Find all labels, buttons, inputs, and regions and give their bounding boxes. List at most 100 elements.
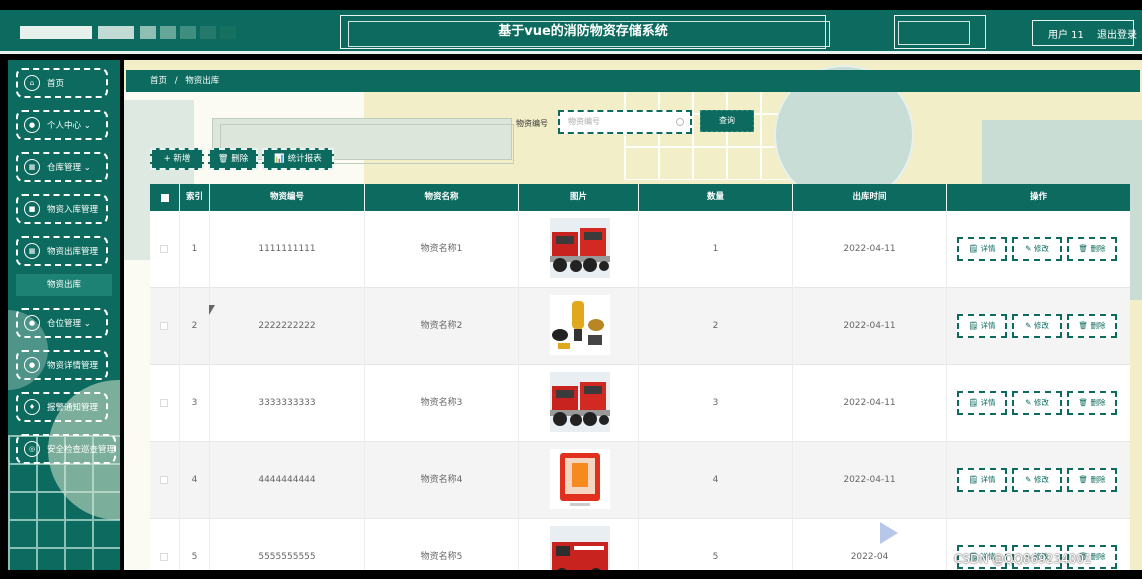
sidebar-item-alarm[interactable]: ♦ 报警通知管理 xyxy=(16,392,108,422)
row-delete-button[interactable]: 🗑 删除 xyxy=(1067,468,1117,492)
sidebar-item-safety-check[interactable]: ◎ 安全检查巡查管理 xyxy=(16,434,116,464)
logout-button[interactable]: 退出登录 xyxy=(1097,26,1137,41)
box-in-icon: ■ xyxy=(24,201,40,217)
sidebar-item-label: 仓库管理 ⌄ xyxy=(47,163,91,173)
sidebar: ⌂ 首页 ● 个人中心 ⌄ ▦ 仓库管理 ⌄ ■ 物资入库管理 ▦ 物资出库管理… xyxy=(8,60,120,570)
sidebar-item-stock-in[interactable]: ■ 物资入库管理 xyxy=(16,194,108,224)
shield-icon: ◎ xyxy=(24,441,40,457)
mouse-cursor-icon xyxy=(209,305,215,315)
alarm-icon: ♦ xyxy=(24,399,40,415)
search-button[interactable]: 查询 xyxy=(700,110,754,132)
breadcrumb: 首页 / 物资出库 xyxy=(126,70,1140,92)
table-row: 3 3333333333 物资名称3 3 2022-04-11 🗒 详情 ✎ 修改 🗑 删除 xyxy=(150,365,1130,442)
column-header-date: 出库时间 xyxy=(793,184,947,211)
detail-button[interactable]: 🗒 详情 xyxy=(957,391,1007,415)
row-quantity: 5 xyxy=(639,519,793,570)
detail-button[interactable]: 🗒 详情 xyxy=(957,468,1007,492)
sidebar-item-label: 物资出库管理 xyxy=(47,247,99,257)
sidebar-item-home[interactable]: ⌂ 首页 xyxy=(16,68,108,98)
fire-engine-image xyxy=(550,526,610,570)
breadcrumb-home[interactable]: 首页 xyxy=(150,76,167,86)
add-button[interactable]: + 新增 xyxy=(150,148,204,170)
fire-truck-image xyxy=(550,218,610,278)
row-quantity: 3 xyxy=(639,365,793,442)
header-decoration xyxy=(160,26,176,39)
warehouse-icon: ▦ xyxy=(24,159,40,175)
app-title: 基于vue的消防物资存储系统 xyxy=(498,24,668,39)
top-header: 基于vue的消防物资存储系统 用户 11 退出登录 xyxy=(0,10,1142,54)
sidebar-subitem-stock-out[interactable]: 物资出库 xyxy=(16,274,112,296)
edit-button[interactable]: ✎ 修改 xyxy=(1012,391,1062,415)
box-out-icon: ▦ xyxy=(24,243,40,259)
sidebar-item-label: 首页 xyxy=(47,79,65,89)
header-decoration xyxy=(20,26,92,39)
row-select-cell xyxy=(150,288,180,365)
row-checkbox[interactable] xyxy=(160,322,168,330)
report-button[interactable]: 📊 统计报表 xyxy=(262,148,334,170)
delete-button[interactable]: 🗑 删除 xyxy=(208,148,258,170)
row-index: 2 xyxy=(180,288,210,365)
sidebar-item-details[interactable]: ● 物资详情管理 xyxy=(16,350,108,380)
row-delete-button[interactable]: 🗑 删除 xyxy=(1067,391,1117,415)
sidebar-item-profile[interactable]: ● 个人中心 ⌄ xyxy=(16,110,108,140)
row-index: 5 xyxy=(180,519,210,570)
row-code: 1111111111 xyxy=(210,211,365,288)
watermark: CSDN @QQ869234001 xyxy=(954,552,1092,566)
sidebar-item-stock-out[interactable]: ▦ 物资出库管理 xyxy=(16,236,108,266)
search-placeholder: 物资编号 xyxy=(568,117,600,126)
search-clear-icon xyxy=(676,118,684,126)
sidebar-item-label: 个人中心 ⌄ xyxy=(47,121,91,131)
row-date: 2022-04-11 xyxy=(793,442,947,519)
search-input[interactable]: 物资编号 xyxy=(558,110,692,134)
detail-button[interactable]: 🗒 详情 xyxy=(957,314,1007,338)
row-select-cell xyxy=(150,365,180,442)
detail-button[interactable]: 🗒 详情 xyxy=(957,237,1007,261)
row-delete-button[interactable]: 🗑 删除 xyxy=(1067,237,1117,261)
table-row: 4 4444444444 物资名称4 4 2022-04-11 🗒 详情 ✎ 修改 🗑 删除 xyxy=(150,442,1130,519)
header-decoration xyxy=(98,26,134,39)
row-quantity: 4 xyxy=(639,442,793,519)
row-date: 2022-04-11 xyxy=(793,288,947,365)
search-label: 物资编号 xyxy=(516,119,548,128)
row-index: 1 xyxy=(180,211,210,288)
edit-button[interactable]: ✎ 修改 xyxy=(1012,468,1062,492)
row-checkbox[interactable] xyxy=(160,476,168,484)
home-icon: ⌂ xyxy=(24,75,40,91)
fire-truck-image xyxy=(550,372,610,432)
row-name: 物资名称1 xyxy=(365,211,519,288)
sidebar-item-location[interactable]: ● 仓位管理 ⌄ xyxy=(16,308,108,338)
row-code: 2222222222 xyxy=(210,288,365,365)
fire-equipment-image xyxy=(550,295,610,355)
table-row: 1 1111111111 物资名称1 1 2022-04-11 🗒 详情 ✎ 修改 🗑 删除 xyxy=(150,211,1130,288)
row-index: 3 xyxy=(180,365,210,442)
edit-button[interactable]: ✎ 修改 xyxy=(1012,314,1062,338)
breadcrumb-current: 物资出库 xyxy=(185,76,220,86)
header-decoration xyxy=(180,26,196,39)
column-header-picture: 图片 xyxy=(519,184,639,211)
row-checkbox[interactable] xyxy=(160,245,168,253)
row-select-cell xyxy=(150,211,180,288)
table-header: 索引 物资编号 物资名称 图片 数量 出库时间 操作 xyxy=(150,184,1130,211)
header-decoration xyxy=(140,26,156,39)
column-header-code: 物资编号 xyxy=(210,184,365,211)
row-checkbox[interactable] xyxy=(160,553,168,561)
edit-button[interactable]: ✎ 修改 xyxy=(1012,237,1062,261)
header-select-all[interactable] xyxy=(150,184,180,211)
sidebar-item-label: 物资详情管理 xyxy=(47,361,99,371)
data-table: 索引 物资编号 物资名称 图片 数量 出库时间 操作 1 1111111111 物资… xyxy=(150,184,1130,570)
user-icon: ● xyxy=(24,117,40,133)
row-code: 4444444444 xyxy=(210,442,365,519)
sidebar-item-warehouse[interactable]: ▦ 仓库管理 ⌄ xyxy=(16,152,108,182)
table-row: 2 2222222222 物资名称2 2 2022-04-11 🗒 详情 ✎ 修改 🗑 删除 xyxy=(150,288,1130,365)
row-delete-button[interactable]: 🗑 删除 xyxy=(1067,314,1117,338)
row-date: 2022-04-11 xyxy=(793,365,947,442)
select-all-checkbox[interactable] xyxy=(161,194,169,202)
column-header-index: 索引 xyxy=(180,184,210,211)
row-index: 4 xyxy=(180,442,210,519)
row-name: 物资名称5 xyxy=(365,519,519,570)
header-decoration xyxy=(220,26,236,39)
sidebar-item-label: 仓位管理 ⌄ xyxy=(47,319,91,329)
row-select-cell xyxy=(150,442,180,519)
row-checkbox[interactable] xyxy=(160,399,168,407)
sidebar-item-label: 物资入库管理 xyxy=(47,205,99,215)
